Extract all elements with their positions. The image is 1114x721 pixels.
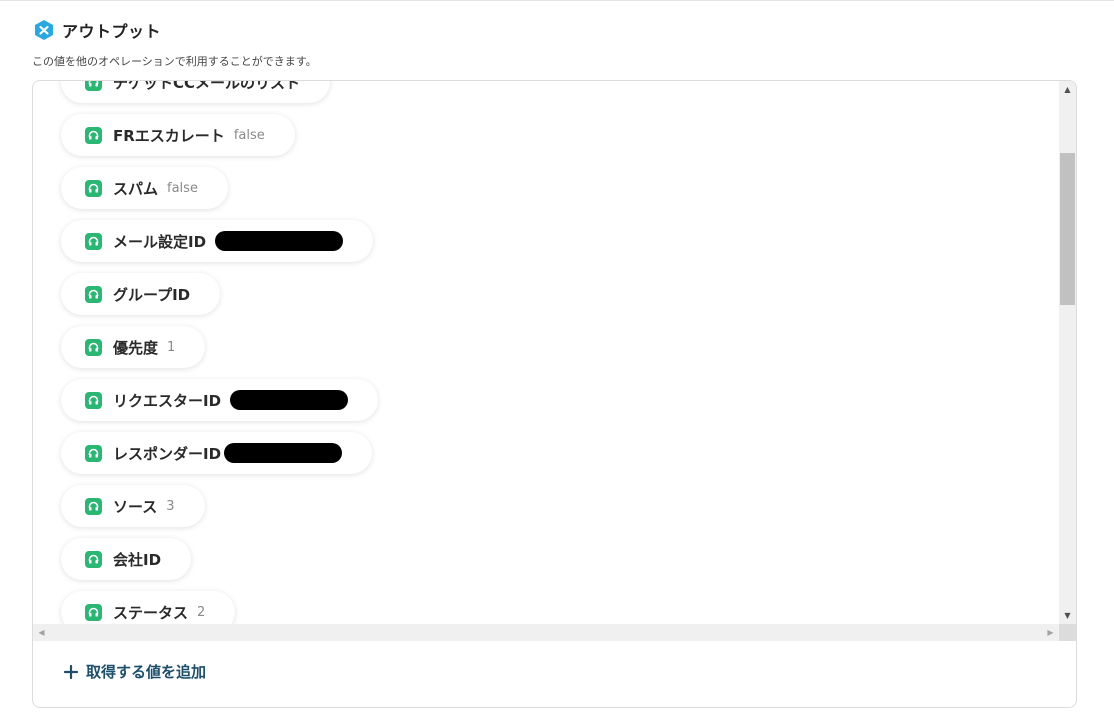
output-section: アウトプット この値を他のオペレーションで利用することができます。 チケットCC… [0, 0, 1114, 721]
scroll-up-arrow-icon[interactable]: ▲ [1059, 81, 1076, 98]
output-item[interactable]: メール設定ID [61, 220, 374, 262]
output-item[interactable]: スパム false [61, 167, 228, 209]
output-item-label: グループID [113, 285, 191, 304]
output-item[interactable]: ソース 3 [61, 485, 205, 527]
headset-icon [85, 603, 102, 621]
scroll-right-arrow-icon[interactable]: ▶ [1042, 624, 1059, 641]
section-title: アウトプット [62, 22, 162, 41]
section-header: アウトプット [33, 18, 161, 42]
scrollbar-thumb[interactable] [1060, 153, 1075, 305]
headset-icon [85, 126, 102, 144]
horizontal-scrollbar[interactable]: ◀ ▶ [33, 624, 1059, 641]
output-item-label: リクエスターID [113, 391, 222, 410]
output-item[interactable]: レスポンダーID [61, 432, 373, 474]
output-list-viewport[interactable]: チケットCCメールのリスト FRエスカレート false スパム false メール設定I… [33, 81, 1059, 624]
output-item-label: ステータス [113, 603, 189, 622]
output-item-label: 会社ID [113, 550, 162, 569]
headset-icon [85, 81, 102, 91]
output-item-label: スパム [113, 179, 159, 198]
output-item[interactable]: リクエスターID [61, 379, 379, 421]
output-item-label: レスポンダーID [113, 444, 222, 463]
output-item-label: メール設定ID [113, 232, 207, 251]
scroll-left-arrow-icon[interactable]: ◀ [33, 624, 50, 641]
add-output-value-button[interactable]: 取得する値を追加 [63, 661, 206, 682]
output-list-panel: チケットCCメールのリスト FRエスカレート false スパム false メール設定I… [32, 80, 1077, 708]
headset-icon [85, 232, 102, 250]
output-item[interactable]: 優先度 1 [61, 326, 206, 368]
headset-icon [85, 391, 102, 409]
headset-icon [85, 285, 102, 303]
output-item[interactable]: 会社ID [61, 538, 192, 580]
scroll-down-arrow-icon[interactable]: ▼ [1059, 607, 1076, 624]
redacted-value [215, 231, 344, 251]
output-item-value: false [233, 127, 265, 143]
redacted-value [224, 443, 343, 463]
headset-icon [85, 179, 102, 197]
output-item[interactable]: ステータス 2 [61, 591, 236, 624]
output-item[interactable]: FRエスカレート false [61, 114, 295, 156]
headset-icon [85, 338, 102, 356]
divider [0, 0, 1114, 1]
add-output-value-label: 取得する値を追加 [86, 663, 207, 681]
output-item[interactable]: グループID [61, 273, 221, 315]
output-item-value: 2 [197, 604, 206, 620]
yoom-logo-icon [35, 20, 53, 40]
output-item-value: 3 [166, 498, 175, 514]
headset-icon [85, 444, 102, 462]
output-item-label: FRエスカレート [113, 126, 225, 145]
output-item[interactable]: チケットCCメールのリスト [61, 81, 331, 103]
headset-icon [85, 550, 102, 568]
output-item-value: false [167, 180, 198, 196]
scrollbar-corner [1059, 624, 1076, 641]
output-item-value: 1 [167, 339, 176, 355]
plus-icon [63, 664, 79, 679]
output-item-label: ソース [113, 497, 158, 516]
headset-icon [85, 497, 102, 515]
output-item-label: チケットCCメールのリスト [113, 81, 301, 92]
output-item-label: 優先度 [113, 338, 159, 357]
redacted-value [230, 390, 349, 410]
section-description: この値を他のオペレーションで利用することができます。 [32, 55, 317, 68]
vertical-scrollbar[interactable]: ▲ ▼ [1059, 81, 1076, 624]
